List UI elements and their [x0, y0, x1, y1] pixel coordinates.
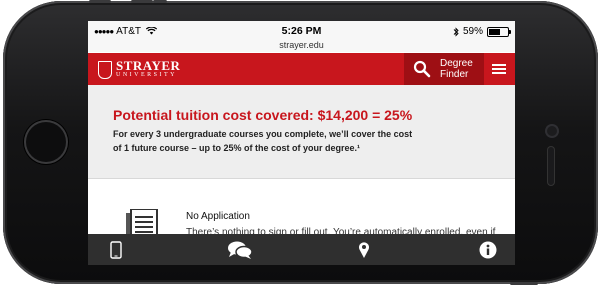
degree-finder-button[interactable]: Degree Finder	[404, 53, 484, 85]
mute-switch	[153, 0, 167, 3]
battery-fill	[489, 28, 500, 35]
location-tab[interactable]	[344, 234, 384, 265]
degree-finder-line1: Degree	[440, 58, 473, 69]
search-icon	[413, 60, 431, 78]
volume-button-up	[89, 0, 111, 3]
degree-finder-line2: Finder	[440, 69, 469, 80]
strayer-seal-icon	[98, 60, 112, 79]
feature-title: No Application	[186, 211, 250, 222]
intro-line-2: of 1 future course – up to 25% of the co…	[113, 143, 361, 153]
phone-screen: ●●●●● AT&T 5:26 PM 59% strayer.edu STRAY…	[88, 21, 515, 265]
chat-icon	[228, 241, 253, 259]
volume-button-down	[131, 0, 153, 3]
status-right: 59%	[453, 26, 511, 37]
bluetooth-icon	[453, 26, 459, 37]
intro-line-1: For every 3 undergraduate courses you co…	[113, 129, 413, 139]
url-bar[interactable]: strayer.edu	[88, 38, 515, 52]
strayer-logo[interactable]: STRAYER UNIVERSITY	[98, 58, 181, 79]
logo-name: STRAYER	[116, 58, 181, 73]
page-headline: Potential tuition cost covered: $14,200 …	[113, 107, 413, 123]
status-time: 5:26 PM	[281, 25, 322, 37]
phone-frame: ●●●●● AT&T 5:26 PM 59% strayer.edu STRAY…	[3, 0, 598, 285]
hamburger-menu-icon[interactable]	[486, 53, 515, 85]
chat-tab[interactable]	[220, 234, 260, 265]
main-content: Potential tuition cost covered: $14,200 …	[88, 85, 515, 245]
home-button[interactable]	[24, 120, 68, 164]
battery-percentage: 59%	[462, 26, 483, 37]
phone-tab[interactable]	[96, 234, 136, 265]
degree-finder-label: Degree Finder	[440, 58, 473, 80]
phone-icon	[110, 240, 122, 259]
intro-text: For every 3 undergraduate courses you co…	[113, 127, 503, 155]
location-pin-icon	[359, 241, 369, 258]
info-icon	[479, 241, 497, 258]
front-camera	[545, 124, 559, 138]
site-header: STRAYER UNIVERSITY Degree Finder	[88, 53, 515, 85]
earpiece-speaker	[547, 146, 555, 186]
bottom-tab-bar	[88, 234, 515, 265]
battery-icon	[487, 26, 511, 37]
logo-subtitle: UNIVERSITY	[116, 72, 177, 78]
info-tab[interactable]	[468, 234, 508, 265]
